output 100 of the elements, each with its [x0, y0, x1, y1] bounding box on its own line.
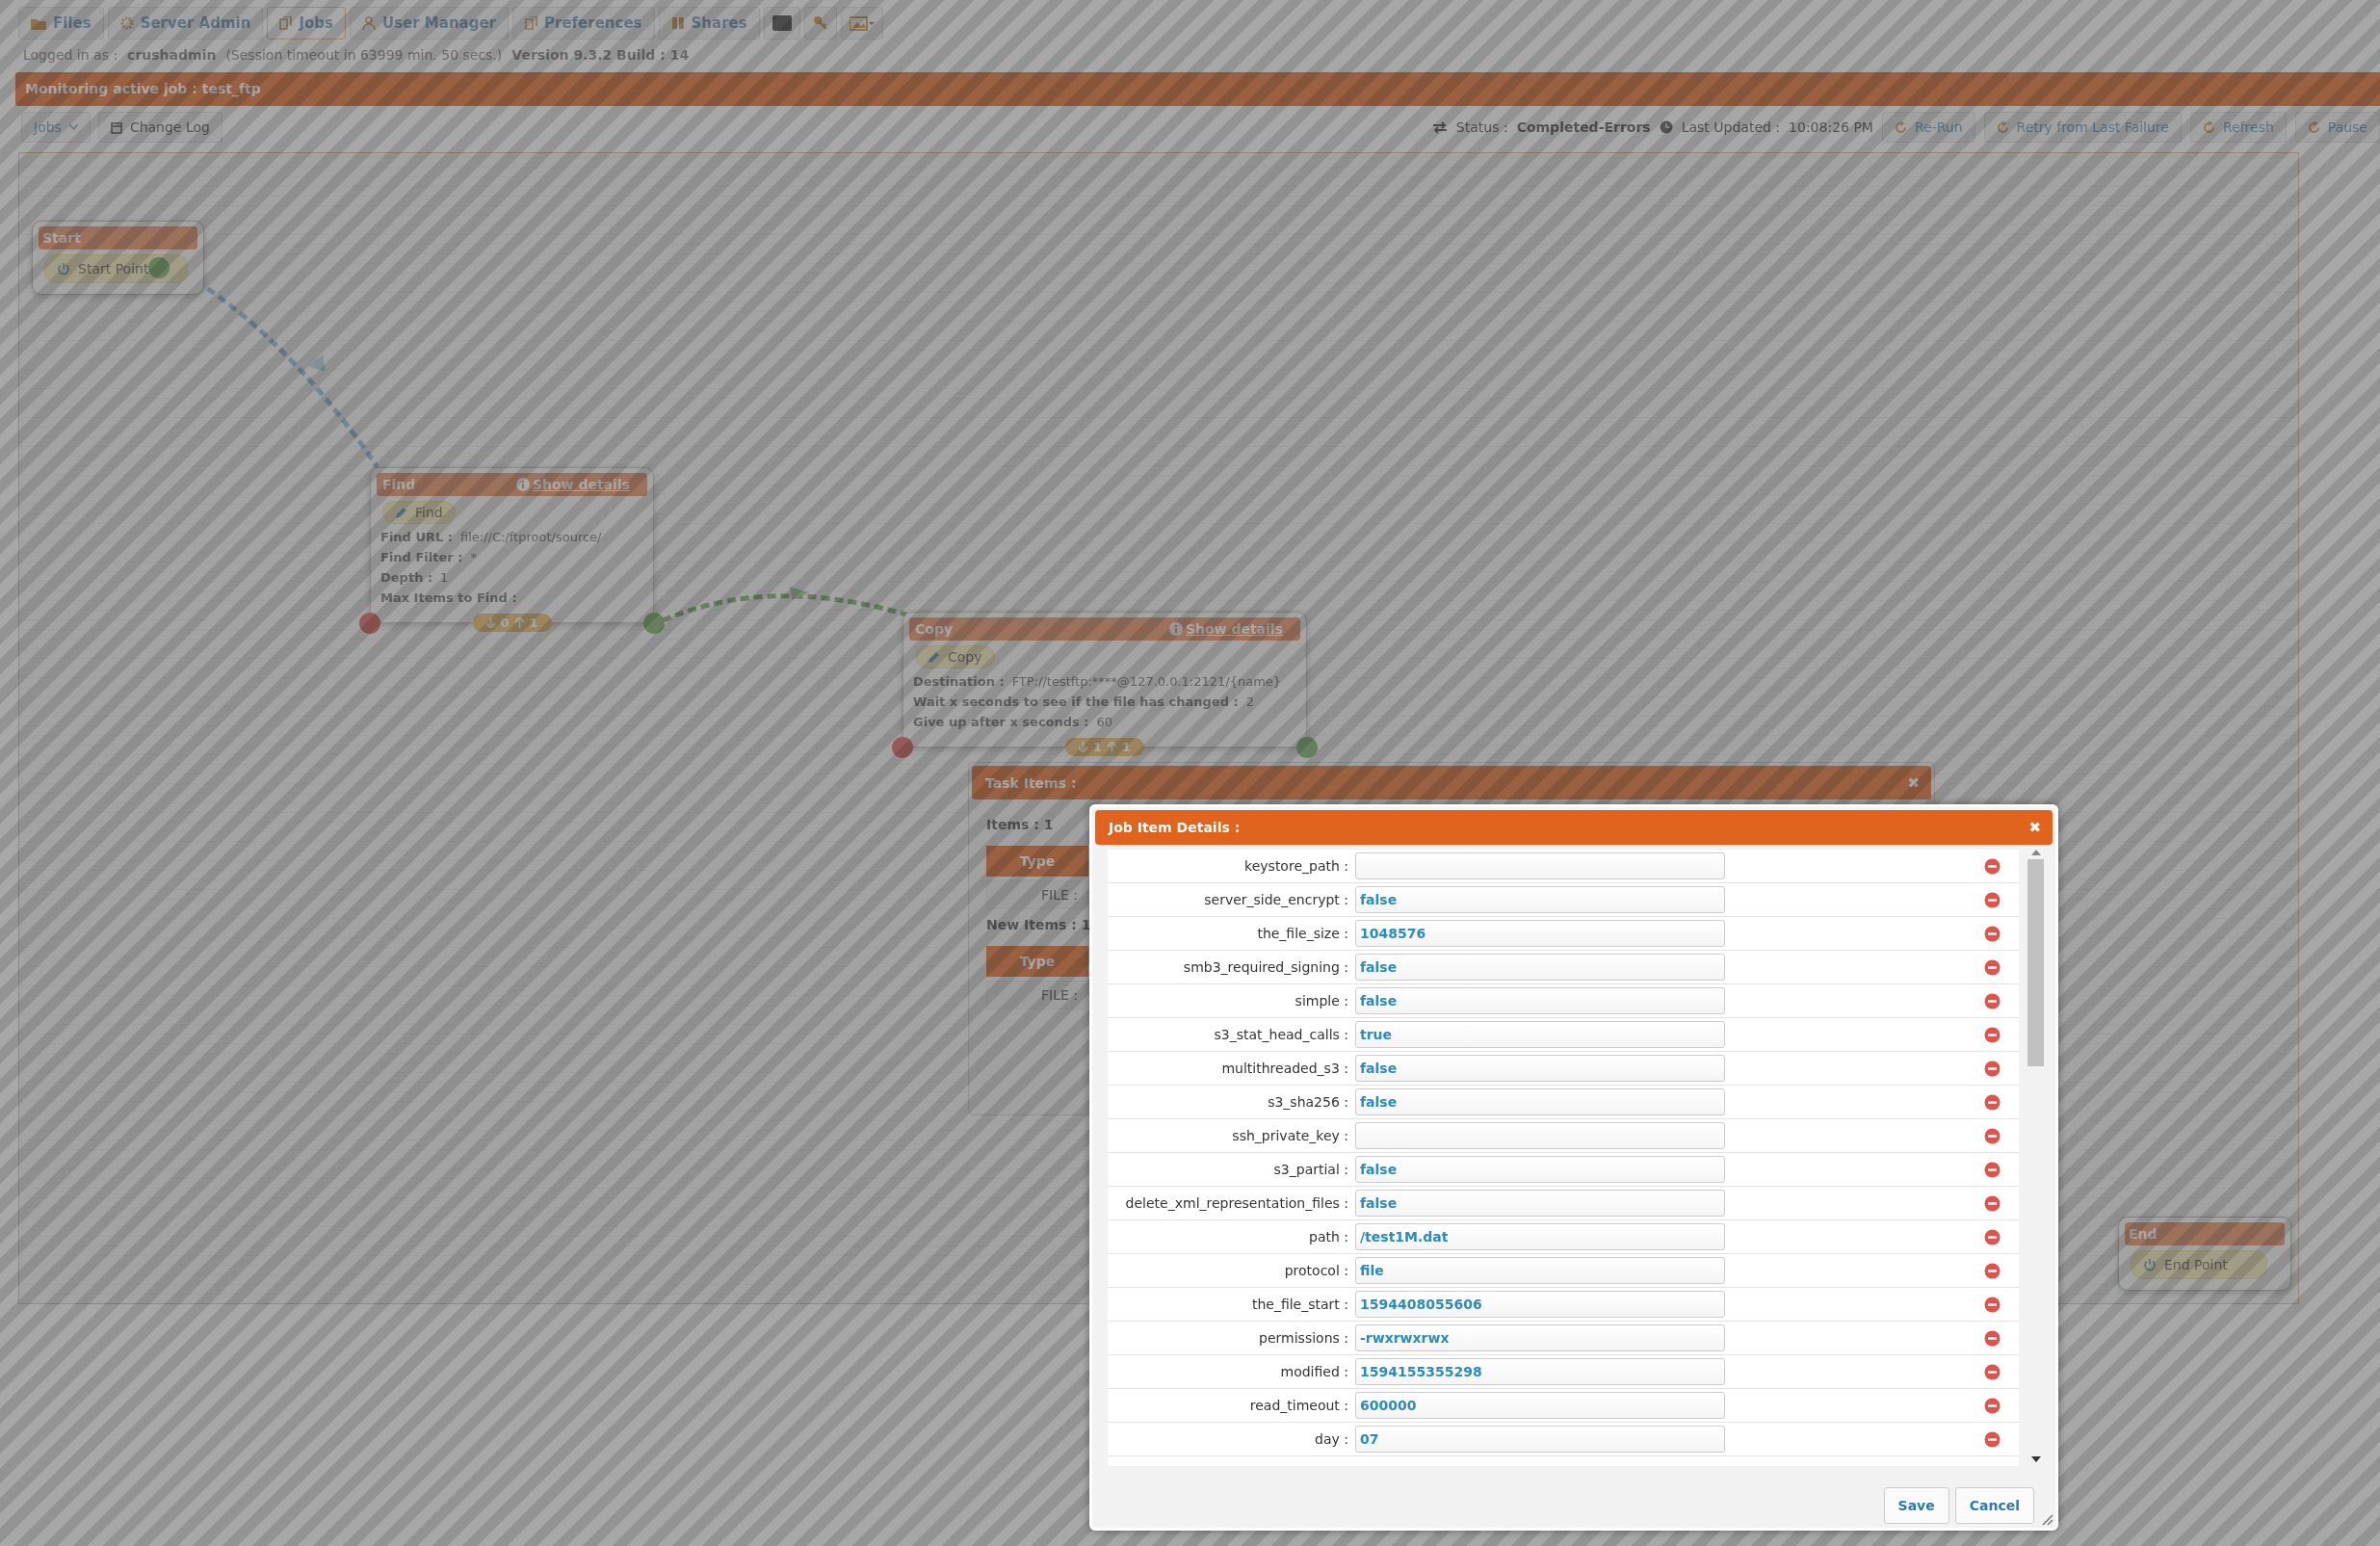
node-title: Start [42, 230, 81, 246]
workflow-node[interactable]: End End Point [2118, 1217, 2291, 1291]
property-field[interactable]: false [1355, 1156, 1725, 1183]
remove-icon[interactable] [1984, 1430, 2001, 1448]
node-chip[interactable]: Start Point [44, 254, 189, 283]
up-arrow-icon [1108, 742, 1116, 752]
remove-icon[interactable] [1984, 1329, 2001, 1347]
down-arrow-icon [1078, 742, 1087, 752]
nav-tab[interactable]: User Manager [349, 7, 509, 39]
property-field[interactable]: 07 [1355, 1426, 1725, 1453]
retry-icon [1996, 120, 2009, 134]
remove-icon[interactable] [1984, 1093, 2001, 1111]
toolbar-action-button[interactable]: Re-Run [1881, 112, 1975, 143]
remove-icon[interactable] [1984, 992, 2001, 1009]
nav-tab[interactable]: Preferences [512, 7, 655, 39]
property-field[interactable]: 1594155355298 [1355, 1358, 1725, 1385]
property-name: modified : [1279, 1364, 1348, 1379]
toolbar-action-button[interactable]: Refresh [2189, 112, 2287, 143]
field-label: Give up after x seconds : [913, 715, 1089, 729]
property-field[interactable]: false [1355, 1088, 1725, 1115]
swap-arrows-icon [1431, 120, 1448, 134]
nav-tab[interactable]: Server Admin [107, 7, 264, 39]
workflow-node[interactable]: Start Start Point [32, 221, 204, 295]
show-details-link[interactable]: Show details [1168, 621, 1283, 637]
property-field[interactable]: false [1355, 1055, 1725, 1082]
dialog-button[interactable]: Save [1883, 1487, 1949, 1524]
dialog-title: Job Item Details : [1109, 820, 1241, 835]
property-field[interactable]: false [1355, 886, 1725, 913]
success-handle[interactable] [643, 613, 665, 634]
remove-icon[interactable] [1984, 857, 2001, 875]
image-menu-button[interactable] [840, 7, 883, 39]
remove-icon[interactable] [1984, 1228, 2001, 1245]
node-chip[interactable]: Find [382, 501, 456, 524]
show-details-link[interactable]: Show details [515, 477, 630, 492]
remove-icon[interactable] [1984, 1194, 2001, 1212]
node-chip[interactable]: End Point [2131, 1250, 2267, 1279]
remove-icon[interactable] [1984, 1161, 2001, 1178]
key-icon [812, 15, 828, 31]
node-title: End [2129, 1226, 2158, 1242]
remove-icon[interactable] [1984, 1262, 2001, 1279]
dialog-button[interactable]: Cancel [1954, 1487, 2034, 1524]
job-banner: Monitoring active job : test_ftp [15, 72, 2380, 106]
book-icon [670, 16, 685, 30]
success-handle[interactable] [1296, 737, 1318, 758]
login-label: Logged in as : [23, 47, 118, 65]
remove-icon[interactable] [1984, 958, 2001, 976]
close-button[interactable]: ✖ [2028, 819, 2041, 836]
version-text: Version 9.3.2 Build : 14 [511, 47, 690, 65]
count-pill: 0 1 [472, 614, 552, 632]
remove-icon[interactable] [1984, 1363, 2001, 1380]
remove-icon[interactable] [1984, 891, 2001, 908]
jobs-menu[interactable]: Jobs [21, 112, 91, 143]
remove-icon[interactable] [1984, 1060, 2001, 1077]
property-name: s3_sha256 : [1267, 1094, 1348, 1110]
field-label: Destination : [913, 674, 1005, 689]
table-cell: FILE : [986, 880, 1090, 909]
key-button[interactable] [803, 7, 837, 39]
clock-icon [1659, 120, 1673, 134]
property-field[interactable] [1355, 852, 1725, 879]
property-name: smb3_required_signing : [1182, 959, 1348, 975]
field-value: 1 [440, 570, 449, 585]
resize-grip-icon[interactable] [2040, 1512, 2053, 1526]
terminal-button[interactable] [763, 7, 800, 39]
property-field[interactable]: false [1355, 954, 1725, 981]
failure-handle[interactable] [359, 613, 380, 634]
nav-tab[interactable]: Files [18, 7, 104, 39]
scroll-down-icon[interactable] [2030, 1456, 2041, 1462]
property-field[interactable]: -rwxrwxrwx [1355, 1324, 1725, 1351]
property-field[interactable]: 1048576 [1355, 920, 1725, 947]
calendar-icon [110, 120, 122, 134]
column-header: Type [986, 946, 1088, 977]
close-button[interactable]: ✖ [1907, 773, 1920, 792]
remove-icon[interactable] [1984, 1127, 2001, 1144]
power-icon [2143, 1258, 2157, 1271]
property-field[interactable] [1355, 1122, 1725, 1149]
property-field[interactable]: /test1M.dat [1355, 1223, 1725, 1250]
change-log-button[interactable]: Change Log [97, 112, 222, 143]
nav-tab[interactable]: Jobs [267, 7, 346, 39]
property-field[interactable]: 1594408055606 [1355, 1291, 1725, 1318]
node-chip[interactable]: Copy [915, 645, 995, 668]
field-value: * [470, 550, 477, 564]
remove-icon[interactable] [1984, 1397, 2001, 1414]
property-field[interactable]: true [1355, 1021, 1725, 1048]
gear-icon [119, 16, 134, 30]
property-field[interactable]: 600000 [1355, 1392, 1725, 1419]
property-field[interactable]: file [1355, 1257, 1725, 1284]
field-value: file://C:/ftproot/source/ [460, 530, 602, 544]
status-value: Completed-Errors [1516, 119, 1651, 135]
toolbar-action-button[interactable]: Pause [2294, 112, 2380, 143]
failure-handle[interactable] [892, 737, 913, 758]
items-count: Items : 1 [986, 816, 1054, 834]
remove-icon[interactable] [1984, 1026, 2001, 1043]
property-field[interactable]: false [1355, 987, 1725, 1014]
node-title: Find [382, 477, 416, 492]
nav-tab[interactable]: Shares [658, 7, 760, 39]
remove-icon[interactable] [1984, 925, 2001, 942]
property-field[interactable]: false [1355, 1190, 1725, 1217]
toolbar-action-button[interactable]: Retry from Last Failure [1983, 112, 2182, 143]
remove-icon[interactable] [1984, 1296, 2001, 1313]
scroll-up-icon[interactable] [2030, 850, 2041, 855]
